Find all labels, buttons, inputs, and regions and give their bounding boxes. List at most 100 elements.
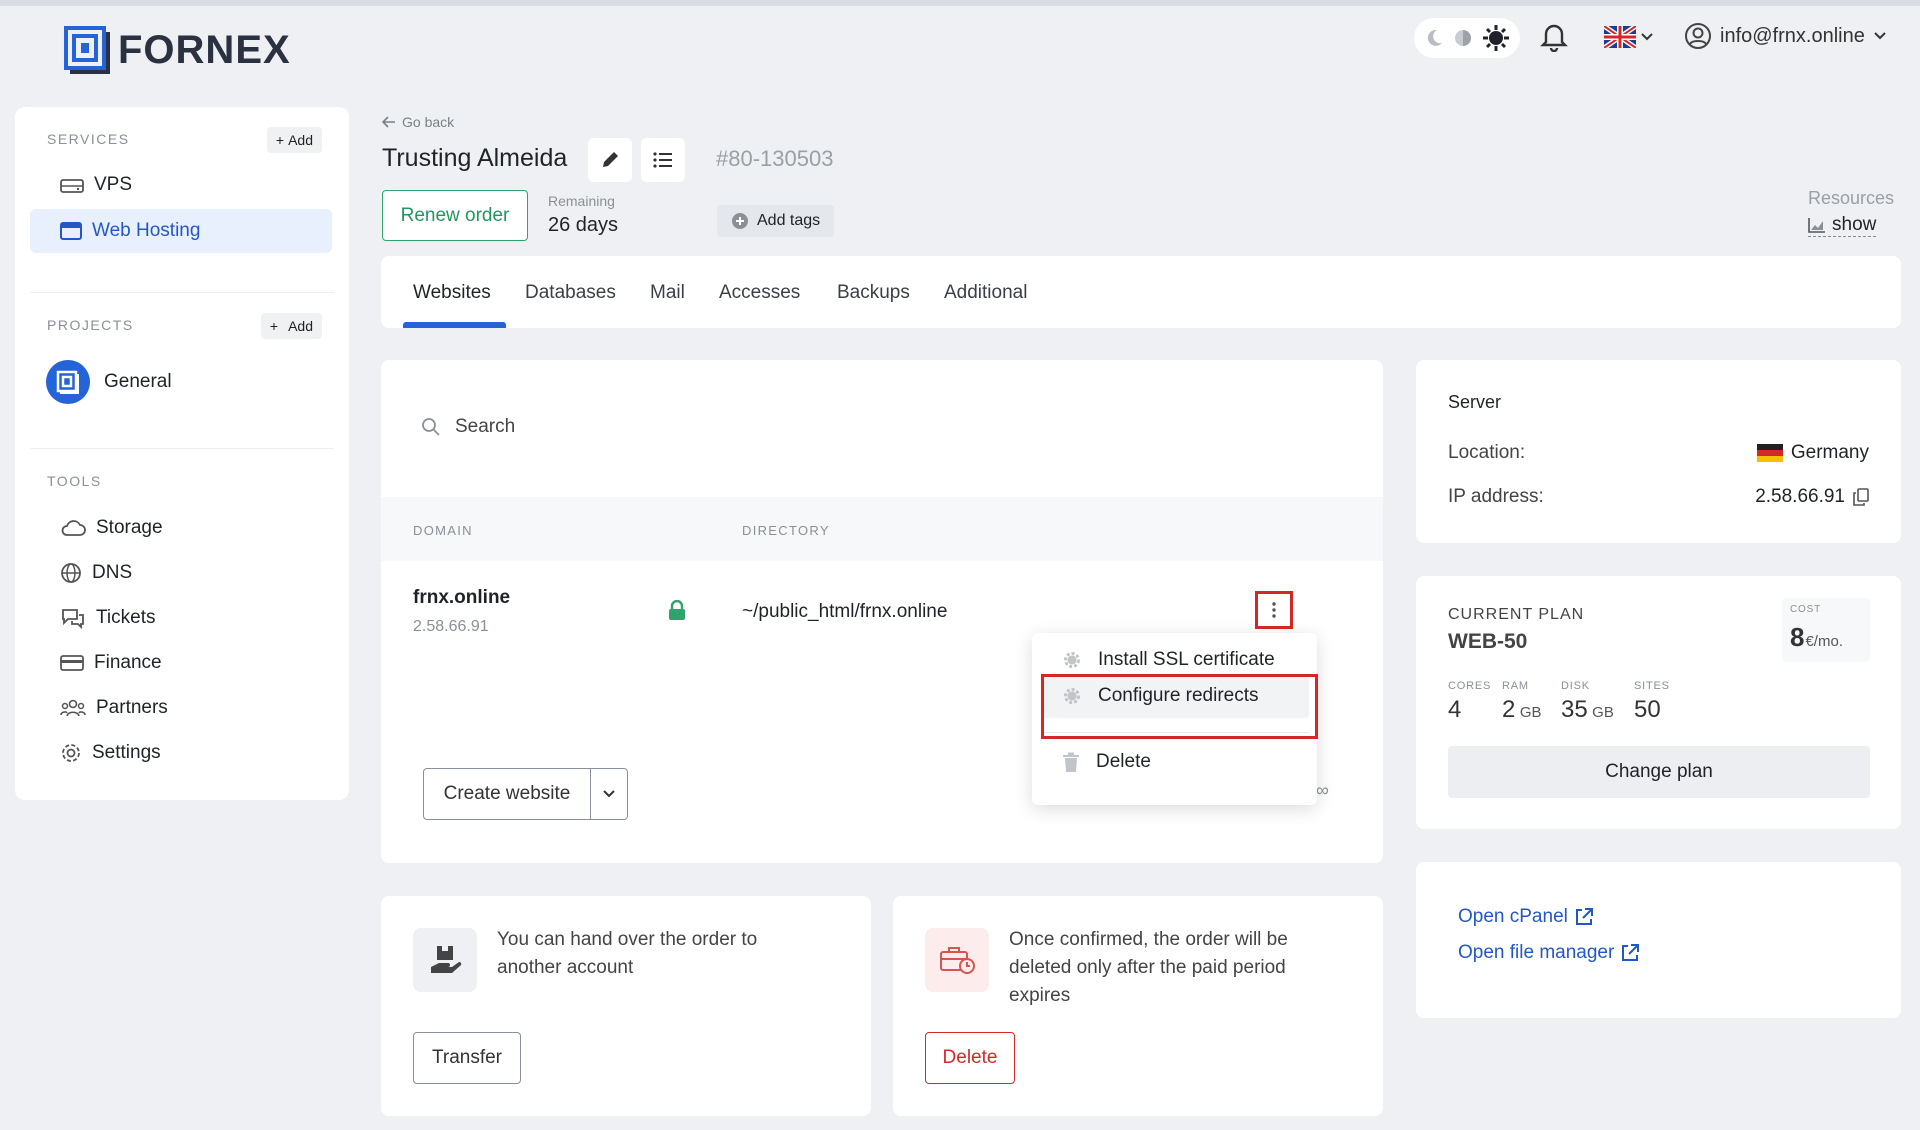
row-actions-button[interactable] <box>1255 591 1293 629</box>
chevron-down-icon <box>1874 32 1886 40</box>
bell-icon[interactable] <box>1540 22 1568 52</box>
sidebar-item-general[interactable]: General <box>30 353 332 411</box>
user-menu[interactable]: info@frnx.online <box>1684 22 1887 50</box>
chevron-down-icon <box>1641 33 1653 41</box>
tab-mail[interactable]: Mail <box>650 282 685 304</box>
chat-bubbles-icon <box>62 609 84 629</box>
column-domain: DOMAIN <box>413 523 473 538</box>
kebab-menu-icon <box>1272 602 1276 618</box>
copy-icon[interactable] <box>1853 488 1869 506</box>
go-back-link[interactable]: Go back <box>382 114 454 130</box>
location-label: Location: <box>1448 442 1526 463</box>
uk-flag-icon <box>1604 26 1636 48</box>
order-details-button[interactable] <box>641 138 685 182</box>
top-strip <box>0 0 1920 6</box>
sidebar-item-partners[interactable]: Partners <box>30 686 332 730</box>
sidebar-divider <box>30 292 334 293</box>
user-circle-icon <box>1685 23 1711 49</box>
location-value: Germany <box>1756 442 1869 464</box>
chevron-down-icon <box>603 790 615 798</box>
briefcase-clock-icon <box>925 928 989 992</box>
search-input[interactable]: Search <box>455 416 515 438</box>
language-selector[interactable] <box>1604 26 1654 48</box>
plan-heading: CURRENT PLAN <box>1448 606 1585 623</box>
server-icon <box>60 179 84 193</box>
domain-ip: 2.58.66.91 <box>413 618 489 635</box>
cost-value: 8 €/mo. <box>1790 622 1843 652</box>
browser-window-icon <box>60 222 82 240</box>
search-icon <box>422 418 440 436</box>
tab-accesses[interactable]: Accesses <box>719 282 800 304</box>
server-title: Server <box>1448 392 1502 412</box>
order-number: #80-130503 <box>716 146 834 171</box>
menu-item-delete[interactable]: Delete <box>1062 751 1151 773</box>
sidebar-item-web-hosting[interactable]: Web Hosting <box>30 209 332 253</box>
sidebar-item-dns[interactable]: DNS <box>30 551 332 595</box>
arrow-left-icon <box>382 116 395 128</box>
spec-cores: CORES 4 <box>1448 680 1492 723</box>
domain-name[interactable]: frnx.online <box>413 587 510 609</box>
transfer-card: You can hand over the order to another a… <box>381 896 871 1116</box>
remaining-label: Remaining <box>548 193 615 209</box>
plus-circle-icon <box>732 213 748 229</box>
create-website-split-button: Create website <box>423 768 628 820</box>
sidebar-divider <box>30 448 334 449</box>
create-website-button[interactable]: Create website <box>424 769 591 819</box>
auto-theme-icon[interactable] <box>1453 28 1473 48</box>
spec-ram: RAM 2 GB <box>1502 680 1542 723</box>
tab-backups[interactable]: Backups <box>837 282 910 304</box>
gear-icon <box>1064 652 1080 668</box>
projects-heading: PROJECTS <box>47 317 134 333</box>
sidebar-item-tickets[interactable]: Tickets <box>30 596 332 640</box>
users-icon <box>60 699 86 717</box>
sidebar-item-settings[interactable]: Settings <box>30 731 332 775</box>
tab-websites[interactable]: Websites <box>413 282 491 304</box>
change-plan-button[interactable]: Change plan <box>1448 746 1870 798</box>
resources-show-link[interactable]: show <box>1808 214 1877 237</box>
tab-additional[interactable]: Additional <box>944 282 1027 304</box>
search-field[interactable]: Search <box>421 416 515 438</box>
plus-icon: + <box>275 132 285 148</box>
plan-name: WEB-50 <box>1448 630 1528 653</box>
transfer-description: You can hand over the order to another a… <box>497 929 758 978</box>
sun-icon[interactable] <box>1482 24 1510 52</box>
create-website-dropdown[interactable] <box>591 769 627 819</box>
moon-icon[interactable] <box>1424 28 1444 48</box>
sidebar-item-vps[interactable]: VPS <box>30 163 332 207</box>
chart-icon <box>1808 218 1825 233</box>
tab-databases[interactable]: Databases <box>525 282 616 304</box>
add-service-button[interactable]: + Add <box>266 127 322 153</box>
delete-order-button[interactable]: Delete <box>925 1032 1015 1084</box>
cloud-icon <box>61 520 86 536</box>
delete-order-card: Once confirmed, the order will be delete… <box>893 896 1383 1116</box>
transfer-button[interactable]: Transfer <box>413 1032 521 1084</box>
hash-icon: # <box>716 146 729 171</box>
sidebar-item-storage[interactable]: Storage <box>30 506 332 550</box>
edit-name-button[interactable] <box>588 138 632 182</box>
open-file-manager-link[interactable]: Open file manager <box>1458 942 1640 964</box>
sidebar-item-finance[interactable]: Finance <box>30 641 332 685</box>
menu-item-install-ssl[interactable]: Install SSL certificate <box>1062 649 1275 671</box>
plus-icon: + <box>269 318 279 334</box>
sites-limit: ∞ <box>1316 780 1329 800</box>
renew-order-button[interactable]: Renew order <box>382 190 528 241</box>
table-header: DOMAIN DIRECTORY <box>381 497 1383 561</box>
theme-switcher[interactable] <box>1414 18 1520 58</box>
add-project-button[interactable]: + Add <box>260 313 322 339</box>
gear-icon <box>62 744 80 762</box>
tools-heading: TOOLS <box>47 473 102 489</box>
external-link-icon <box>1622 944 1640 961</box>
brand-name: FORNEX <box>118 27 291 72</box>
add-tags-button[interactable]: Add tags <box>717 205 835 237</box>
services-heading: SERVICES <box>47 131 130 147</box>
trash-icon <box>1063 752 1079 772</box>
spec-sites: SITES 50 <box>1634 680 1670 723</box>
external-link-icon <box>1575 908 1593 925</box>
remaining-value: 26 days <box>548 214 619 236</box>
fornex-logo-icon <box>64 26 110 74</box>
brand-logo[interactable]: FORNEX <box>64 26 291 74</box>
germany-flag-icon <box>1756 444 1783 462</box>
links-panel: Open cPanel Open file manager <box>1416 862 1901 1018</box>
open-cpanel-link[interactable]: Open cPanel <box>1458 906 1594 928</box>
page-title: Trusting Almeida <box>382 144 568 172</box>
